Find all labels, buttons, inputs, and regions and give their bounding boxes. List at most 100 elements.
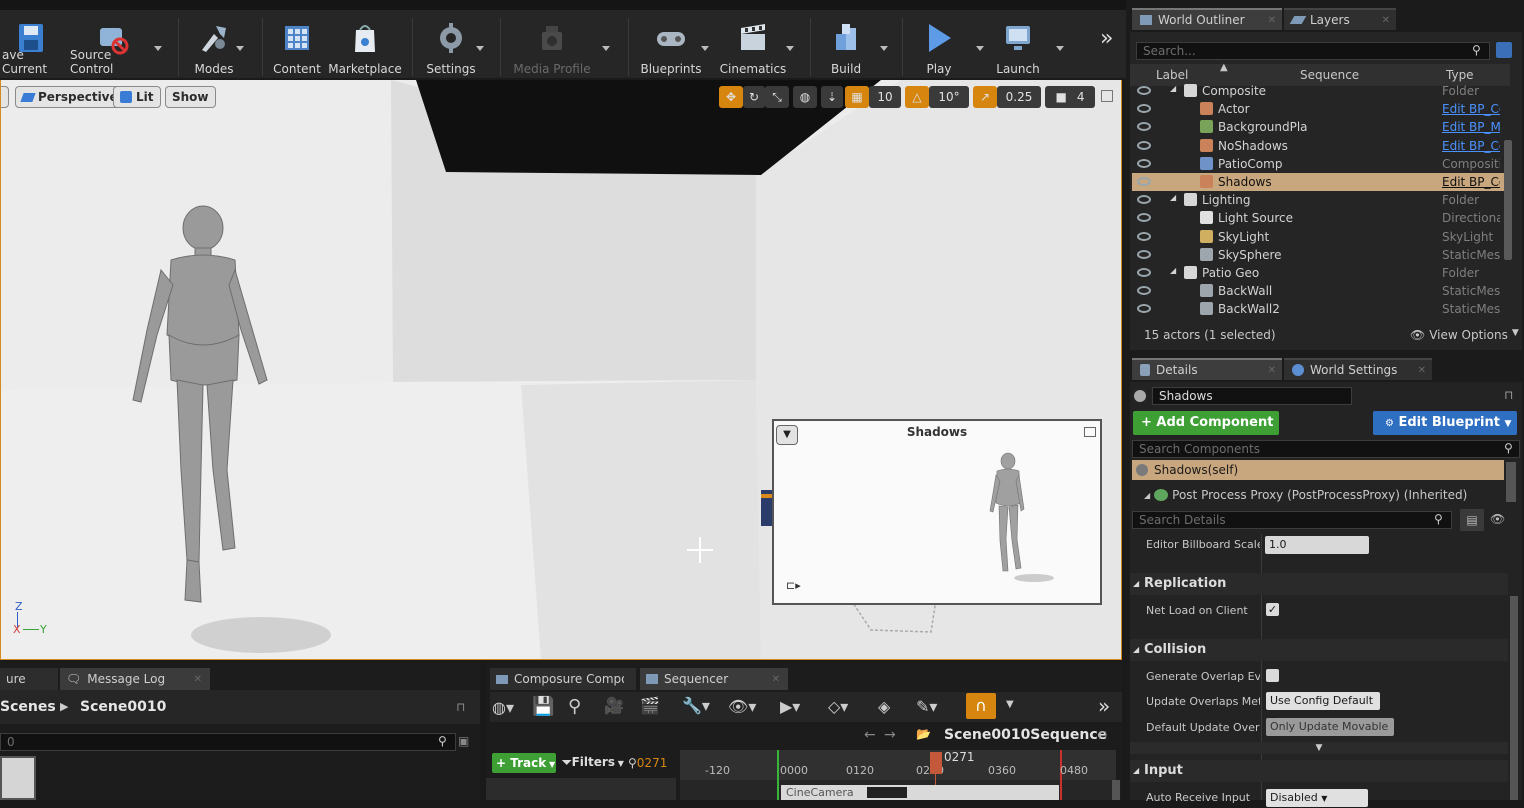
outliner-row-type[interactable]: Edit BP_M bbox=[1442, 120, 1500, 134]
visibility-eye-icon[interactable] bbox=[1137, 286, 1151, 296]
content-button[interactable]: Content bbox=[272, 16, 322, 78]
advanced-expand-icon[interactable]: ▼ bbox=[1130, 742, 1508, 754]
search-icon[interactable]: ⚲ bbox=[568, 696, 581, 717]
rotate-tool-icon[interactable]: ↻ bbox=[743, 86, 765, 108]
visibility-eye-icon[interactable] bbox=[1137, 304, 1151, 314]
net-load-checkbox[interactable]: ✓ bbox=[1266, 603, 1279, 616]
current-frame-field[interactable]: ⚲0271 bbox=[628, 756, 667, 770]
modes-button[interactable]: Modes bbox=[188, 16, 240, 78]
viewport-menu-button[interactable] bbox=[1, 86, 9, 108]
auto-key-icon[interactable]: ◈ bbox=[878, 697, 890, 716]
chevron-down-icon[interactable] bbox=[236, 46, 244, 51]
translate-tool-icon[interactable]: ✥ bbox=[719, 86, 743, 108]
outliner-row[interactable]: ◢ Patio Geo Folder bbox=[1132, 264, 1506, 282]
chevron-down-icon[interactable] bbox=[976, 46, 984, 51]
visibility-eye-icon[interactable] bbox=[1137, 195, 1151, 205]
component-self[interactable]: Shadows(self) bbox=[1132, 460, 1504, 480]
chevron-down-icon[interactable] bbox=[786, 46, 794, 51]
start-range-marker[interactable] bbox=[777, 750, 779, 800]
update-overlaps-dropdown[interactable]: Use Config Default ▼ bbox=[1266, 692, 1380, 724]
build-button[interactable]: Build bbox=[820, 16, 872, 78]
chevron-down-icon[interactable] bbox=[154, 46, 162, 51]
render-movie-icon[interactable]: 🎬 bbox=[640, 696, 660, 715]
col-label[interactable]: Label bbox=[1156, 68, 1188, 82]
scale-snap-icon[interactable]: ↗ bbox=[973, 86, 997, 108]
create-folder-icon[interactable] bbox=[1496, 42, 1512, 58]
auto-receive-dropdown[interactable]: Disabled ▼ bbox=[1266, 789, 1368, 807]
actor-name-input[interactable]: Shadows bbox=[1152, 387, 1352, 405]
outliner-row[interactable]: NoShadows Edit BP_Co bbox=[1132, 137, 1506, 155]
default-update-dropdown[interactable]: Only Update Movable ▼ bbox=[1266, 718, 1394, 750]
generate-overlap-checkbox[interactable] bbox=[1266, 669, 1279, 682]
back-arrow-icon[interactable]: ← bbox=[864, 727, 876, 743]
grid-snap-value[interactable]: 10 bbox=[869, 86, 901, 108]
expand-arrow-icon[interactable]: ◢ bbox=[1170, 84, 1176, 93]
snap-magnet-icon[interactable]: ∩ bbox=[966, 693, 996, 719]
outliner-row[interactable]: ◢ Lighting Folder bbox=[1132, 191, 1506, 209]
outliner-row-type[interactable]: Edit BP_Co bbox=[1442, 139, 1500, 153]
outliner-row[interactable]: Shadows Edit BP_Co bbox=[1132, 173, 1506, 191]
sequencer-overflow-icon[interactable]: » bbox=[1098, 694, 1110, 718]
close-icon[interactable]: ✕ bbox=[1268, 15, 1276, 26]
outliner-row-type[interactable]: Edit BP_Co bbox=[1442, 102, 1500, 116]
surface-snap-icon[interactable]: ⇣ bbox=[821, 86, 843, 108]
asset-thumbnail-icon[interactable] bbox=[0, 756, 36, 800]
outliner-row[interactable]: PatioComp Compositin bbox=[1132, 155, 1506, 173]
component-post-process[interactable]: ◢ Post Process Proxy (PostProcessProxy) … bbox=[1144, 488, 1467, 502]
play-button[interactable]: Play bbox=[912, 16, 966, 78]
save-search-icon[interactable]: ▣ bbox=[458, 734, 469, 748]
close-icon[interactable]: ✕ bbox=[1268, 365, 1276, 376]
curve-icon[interactable]: ✎▾ bbox=[916, 697, 937, 716]
camera-preview-window[interactable]: ▼ Shadows ⊏▸ bbox=[772, 419, 1102, 605]
cinematics-button[interactable]: Cinematics bbox=[718, 16, 788, 78]
show-button[interactable]: Show bbox=[165, 86, 216, 108]
billboard-scale-input[interactable]: 1.0 bbox=[1265, 536, 1369, 554]
tab-composure[interactable]: Composure Compo bbox=[490, 668, 636, 690]
visibility-eye-icon[interactable] bbox=[1137, 268, 1151, 277]
category-replication[interactable]: ◢ Replication bbox=[1130, 573, 1508, 595]
breadcrumb-scene0010[interactable]: Scene0010 bbox=[80, 699, 166, 715]
close-icon[interactable]: ✕ bbox=[772, 674, 780, 685]
rotation-snap-icon[interactable]: △ bbox=[905, 86, 929, 108]
lock-icon[interactable]: ⊓ bbox=[1504, 388, 1513, 402]
search-components-input[interactable]: Search Components bbox=[1132, 440, 1520, 458]
expand-arrow-icon[interactable]: ◢ bbox=[1170, 266, 1176, 275]
tab-texture[interactable]: ure bbox=[0, 668, 58, 690]
tab-message-log[interactable]: 🗨 Message Log ✕ bbox=[60, 668, 210, 690]
world-icon[interactable]: ◍▾ bbox=[492, 698, 514, 717]
world-local-icon[interactable]: ◍ bbox=[793, 86, 817, 108]
tab-world-outliner[interactable]: World Outliner ✕ bbox=[1132, 8, 1282, 30]
key-icon[interactable]: ◇▾ bbox=[828, 697, 848, 716]
playhead-handle[interactable] bbox=[930, 752, 942, 774]
outliner-row[interactable]: BackgroundPla Edit BP_M bbox=[1132, 118, 1506, 136]
outliner-row[interactable]: SkyLight SkyLight bbox=[1132, 228, 1506, 246]
visibility-eye-icon[interactable] bbox=[1137, 231, 1151, 241]
sequencer-scrollbar[interactable] bbox=[1112, 780, 1120, 800]
outliner-row[interactable]: BackWall StaticMesh bbox=[1132, 282, 1506, 300]
rotation-snap-value[interactable]: 10° bbox=[929, 86, 969, 108]
close-icon[interactable]: ✕ bbox=[1382, 15, 1390, 26]
visibility-eye-icon[interactable] bbox=[1137, 86, 1151, 95]
add-component-button[interactable]: + Add Component ▼ bbox=[1133, 411, 1279, 453]
visibility-eye-icon[interactable] bbox=[1137, 104, 1151, 114]
col-sequence[interactable]: Sequence bbox=[1300, 68, 1359, 82]
edit-blueprint-button[interactable]: ⚙ Edit Blueprint ▼ bbox=[1373, 411, 1517, 435]
save-icon[interactable]: 💾 bbox=[532, 696, 554, 717]
close-icon[interactable]: ✕ bbox=[194, 674, 202, 685]
camera-icon[interactable]: 🎥 bbox=[604, 696, 624, 715]
view-options-button[interactable]: 👁 View Options ▼ bbox=[1410, 328, 1519, 342]
preview-maximize-icon[interactable] bbox=[1084, 427, 1096, 437]
outliner-row[interactable]: ◢ Composite Folder bbox=[1132, 82, 1506, 100]
play-icon[interactable]: ▶▾ bbox=[780, 697, 800, 716]
outliner-scrollbar[interactable] bbox=[1504, 140, 1512, 260]
search-details-input[interactable]: Search Details bbox=[1132, 511, 1452, 529]
save-current-button[interactable]: ave Current bbox=[2, 16, 60, 78]
close-icon[interactable]: ✕ bbox=[1418, 365, 1426, 376]
outliner-row[interactable]: Actor Edit BP_Co bbox=[1132, 100, 1506, 118]
visibility-eye-icon[interactable] bbox=[1137, 122, 1151, 132]
breadcrumb-scenes[interactable]: Scenes bbox=[0, 699, 56, 715]
components-scrollbar[interactable] bbox=[1506, 462, 1516, 502]
visibility-eye-icon[interactable] bbox=[1137, 213, 1151, 223]
visibility-eye-icon[interactable] bbox=[1137, 177, 1151, 186]
chevron-down-icon[interactable]: ▼ bbox=[1006, 699, 1014, 710]
